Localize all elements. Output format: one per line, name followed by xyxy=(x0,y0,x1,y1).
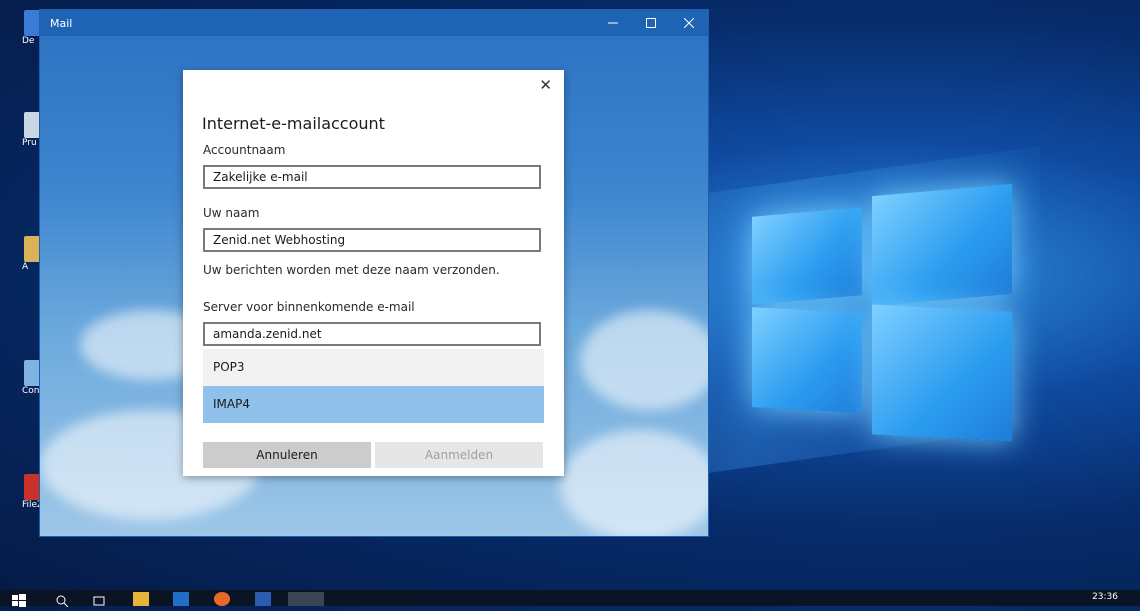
your-name-field[interactable]: Zenid.net Webhosting xyxy=(203,228,541,252)
sign-in-button[interactable]: Aanmelden xyxy=(375,442,543,468)
dialog-title: Internet-e-mailaccount xyxy=(202,114,385,133)
taskbar-clock[interactable]: 23:36 xyxy=(1092,592,1118,602)
your-name-hint: Uw berichten worden met deze naam verzon… xyxy=(203,263,500,277)
cloud-decoration xyxy=(560,430,708,536)
desktop-icon-folder[interactable]: A xyxy=(0,236,46,272)
windows-logo-pane-tl xyxy=(752,207,862,305)
mail-taskbar-icon[interactable] xyxy=(288,592,324,606)
file-explorer-icon[interactable] xyxy=(133,592,149,606)
close-icon[interactable]: ✕ xyxy=(539,76,552,94)
your-name-label: Uw naam xyxy=(203,206,260,220)
desktop-icon-configure[interactable]: Configu xyxy=(0,360,57,396)
app-icon[interactable] xyxy=(255,592,271,606)
task-view-icon[interactable] xyxy=(92,592,108,606)
firefox-icon[interactable] xyxy=(214,592,230,606)
account-type-option-pop3[interactable]: POP3 xyxy=(203,349,544,386)
windows-logo-pane-br xyxy=(872,304,1012,442)
account-setup-dialog: ✕ Internet-e-mailaccount Accountnaam Zak… xyxy=(183,70,564,476)
cloud-decoration xyxy=(580,310,708,410)
window-controls xyxy=(594,10,708,36)
account-type-option-imap4[interactable]: IMAP4 xyxy=(203,386,544,423)
taskbar: 23:36 xyxy=(0,590,1140,608)
account-name-field[interactable]: Zakelijke e-mail xyxy=(203,165,541,189)
start-icon[interactable] xyxy=(12,592,28,607)
window-titlebar[interactable]: Mail xyxy=(40,10,708,36)
outlook-icon[interactable] xyxy=(173,592,189,606)
windows-logo-pane-tr xyxy=(872,183,1012,307)
search-icon[interactable] xyxy=(56,592,72,608)
incoming-server-label: Server voor binnenkomende e-mail xyxy=(203,300,415,314)
maximize-icon[interactable] xyxy=(632,10,670,36)
desktop-icon-1[interactable]: De xyxy=(0,10,46,46)
minimize-icon[interactable] xyxy=(594,10,632,36)
cancel-button[interactable]: Annuleren xyxy=(203,442,371,468)
window-title: Mail xyxy=(50,16,73,30)
desktop-icon-filezilla[interactable]: FileZi xyxy=(0,474,46,510)
close-icon[interactable] xyxy=(670,10,708,36)
account-name-label: Accountnaam xyxy=(203,143,286,157)
incoming-server-field[interactable]: amanda.zenid.net xyxy=(203,322,541,346)
windows-logo-pane-bl xyxy=(752,307,862,413)
desktop-icon-recycle-bin[interactable]: Pru xyxy=(0,112,46,148)
